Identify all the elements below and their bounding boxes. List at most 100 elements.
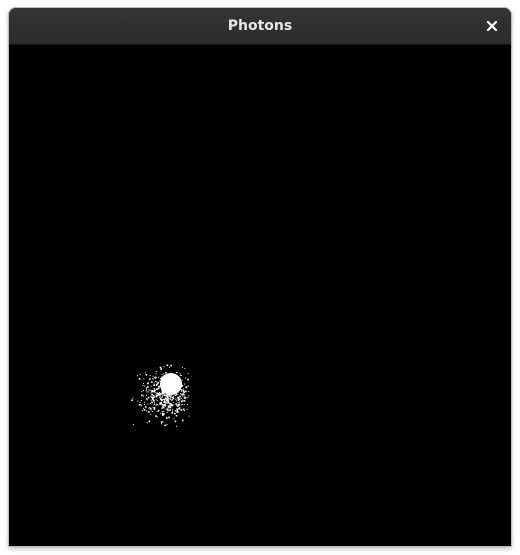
photon-dot [167,400,169,403]
photon-dot [141,405,143,407]
photon-dot [182,419,184,422]
photon-dot [180,404,182,406]
photon-dot [166,397,168,399]
photon-dot [160,368,162,370]
photon-dot [159,402,161,404]
photon-dot [164,400,166,403]
photon-dot [158,381,160,383]
photon-dot [149,407,152,410]
photon-dot [164,394,167,397]
photon-dot [156,388,158,390]
photon-dot [184,410,185,412]
photon-dot [142,410,143,411]
photon-dot [174,420,177,423]
photon-dot [152,396,154,398]
photon-dot [149,406,151,408]
photon-dot [155,405,157,407]
photon-dot [187,397,189,399]
photon-dot [165,408,167,410]
photon-dot [137,375,138,377]
photon-dot [161,403,164,406]
photon-dot [181,366,183,368]
photon-dot [157,416,159,418]
photon-dot [179,374,181,376]
photon-dot [138,378,141,380]
close-button[interactable] [479,13,505,39]
photon-dot [180,389,182,391]
photon-dot [144,403,145,405]
photon-dot [165,402,167,404]
photon-dot [149,378,151,380]
photon-plot [9,45,511,546]
photon-dot [145,390,147,392]
photon-dot [163,413,165,415]
photon-dot [139,401,141,403]
photon-dot [176,372,178,373]
photon-dot [151,411,153,413]
photon-dot [166,410,168,412]
photon-dot [161,407,164,409]
photon-dot [171,404,173,407]
photon-dot [159,380,161,382]
photon-canvas[interactable] [9,45,511,546]
photon-dot [154,402,156,404]
photon-dot [150,409,152,411]
photon-dot [155,380,156,382]
photon-dot [175,403,177,405]
photon-dot [140,400,142,401]
photon-dot [186,408,188,410]
photon-dot [153,407,156,409]
photon-dot [141,394,143,397]
photon-dot [182,395,184,397]
photon-dot [151,396,153,398]
photon-dot [157,382,159,384]
photon-dot [179,373,181,375]
photon-dot [164,424,167,427]
photon-dot [168,406,170,408]
photon-dot [158,376,160,378]
photon-dot [149,396,151,398]
title-bar[interactable]: Photons [9,8,511,45]
photon-dot [152,390,155,393]
photon-dot [155,373,157,375]
photon-dot [172,408,173,410]
photon-dot [165,372,167,374]
photon-dot [143,383,144,385]
photon-dot [152,407,154,409]
photon-dot [161,411,163,413]
photon-dot [176,393,178,396]
photon-dot [172,410,173,412]
photon-dot [150,392,152,394]
photon-dot [188,415,190,417]
photon-dot [169,405,171,407]
photon-dot [148,408,150,410]
photon-dot [180,391,182,393]
photon-dot [154,392,156,393]
photon-dot [146,394,147,396]
photon-dot [180,397,182,399]
photon-dot [183,398,185,399]
photon-dot [169,366,170,368]
photon-dot [142,407,144,409]
photon-dot [159,366,162,369]
photon-dot [167,407,169,409]
photon-dot [183,394,185,396]
photon-dot [172,395,174,397]
photon-dot [147,383,149,385]
photon-dot [182,389,185,392]
photon-dot [163,373,165,375]
photon-dot [168,398,170,400]
photon-dot [182,408,185,411]
photon-dot [138,404,141,406]
photon-dot [143,395,145,397]
photon-dot [153,388,155,389]
photon-dot [150,385,152,387]
photon-dot [179,396,181,398]
photon-dot [140,404,142,406]
photon-dot [154,403,156,405]
photon-dot [153,400,155,402]
photon-dot [169,398,171,400]
photon-dot [162,415,164,416]
photon-dot [174,412,176,415]
photon-dot [183,396,185,398]
